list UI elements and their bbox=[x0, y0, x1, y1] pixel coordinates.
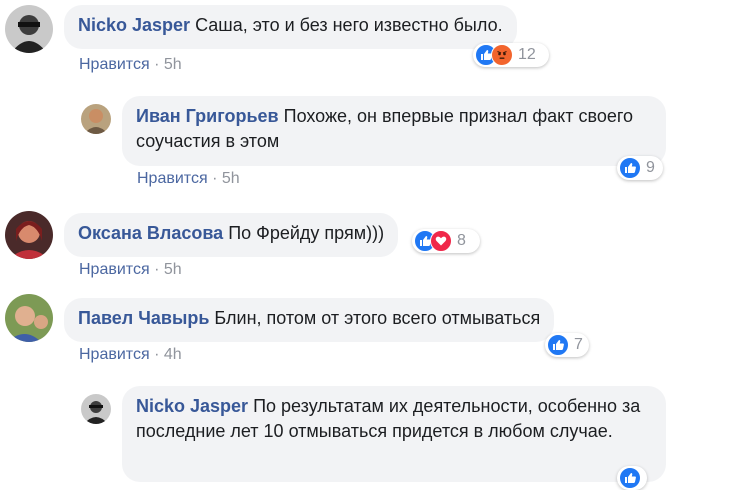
reaction-count: 9 bbox=[646, 159, 655, 176]
meta-separator: · bbox=[154, 56, 160, 73]
comment-text: Блин, потом от этого всего отмываться bbox=[214, 308, 541, 328]
comment-time[interactable]: 5h bbox=[164, 261, 182, 278]
comment-author[interactable]: Оксана Власова bbox=[78, 223, 223, 243]
comment-meta: Нравится · 4h bbox=[79, 346, 182, 364]
comment-meta: Нравится · 5h bbox=[79, 56, 182, 74]
comment-meta: Нравится · 5h bbox=[79, 261, 182, 279]
comment-text: По Фрейду прям))) bbox=[228, 223, 385, 243]
comment-author[interactable]: Nicko Jasper bbox=[136, 396, 248, 416]
comment-author[interactable]: Иван Григорьев bbox=[136, 106, 279, 126]
avatar[interactable] bbox=[81, 104, 111, 134]
like-link[interactable]: Нравится bbox=[137, 170, 208, 187]
like-link[interactable]: Нравится bbox=[79, 261, 150, 278]
reaction-count: 8 bbox=[457, 232, 466, 249]
comment-bubble: Павел Чавырь Блин, потом от этого всего … bbox=[64, 298, 555, 342]
reaction-count: 12 bbox=[518, 46, 536, 63]
avatar[interactable] bbox=[5, 211, 53, 259]
reaction-summary[interactable]: 8 bbox=[412, 229, 480, 253]
meta-separator: · bbox=[154, 346, 160, 363]
comment-author[interactable]: Nicko Jasper bbox=[78, 15, 190, 35]
reaction-count: 7 bbox=[574, 336, 583, 353]
comment-time[interactable]: 5h bbox=[164, 56, 182, 73]
comment-bubble: Nicko Jasper Саша, это и без него извест… bbox=[64, 5, 517, 49]
reaction-summary[interactable] bbox=[617, 466, 647, 490]
like-icon bbox=[547, 334, 569, 356]
comment-bubble: Иван Григорьев Похоже, он впервые призна… bbox=[122, 96, 666, 166]
avatar[interactable] bbox=[81, 394, 111, 424]
love-icon bbox=[430, 230, 452, 252]
comment-time[interactable]: 5h bbox=[222, 170, 240, 187]
comment-time[interactable]: 4h bbox=[164, 346, 182, 363]
like-link[interactable]: Нравится bbox=[79, 346, 150, 363]
reaction-summary[interactable]: 9 bbox=[617, 156, 663, 180]
angry-icon bbox=[491, 44, 513, 66]
comment-author[interactable]: Павел Чавырь bbox=[78, 308, 209, 328]
meta-separator: · bbox=[154, 261, 160, 278]
like-link[interactable]: Нравится bbox=[79, 56, 150, 73]
comment-bubble: Nicko Jasper По результатам их деятельно… bbox=[122, 386, 666, 482]
reaction-summary[interactable]: 7 bbox=[545, 333, 589, 357]
comment-meta: Нравится · 5h bbox=[137, 170, 240, 188]
like-icon bbox=[619, 157, 641, 179]
meta-separator: · bbox=[212, 170, 218, 187]
avatar[interactable] bbox=[5, 294, 53, 342]
comment-text: Саша, это и без него известно было. bbox=[195, 15, 503, 35]
like-icon bbox=[619, 467, 641, 489]
avatar[interactable] bbox=[5, 5, 53, 53]
reaction-summary[interactable]: 12 bbox=[473, 43, 549, 67]
comment-bubble: Оксана Власова По Фрейду прям))) bbox=[64, 213, 399, 257]
